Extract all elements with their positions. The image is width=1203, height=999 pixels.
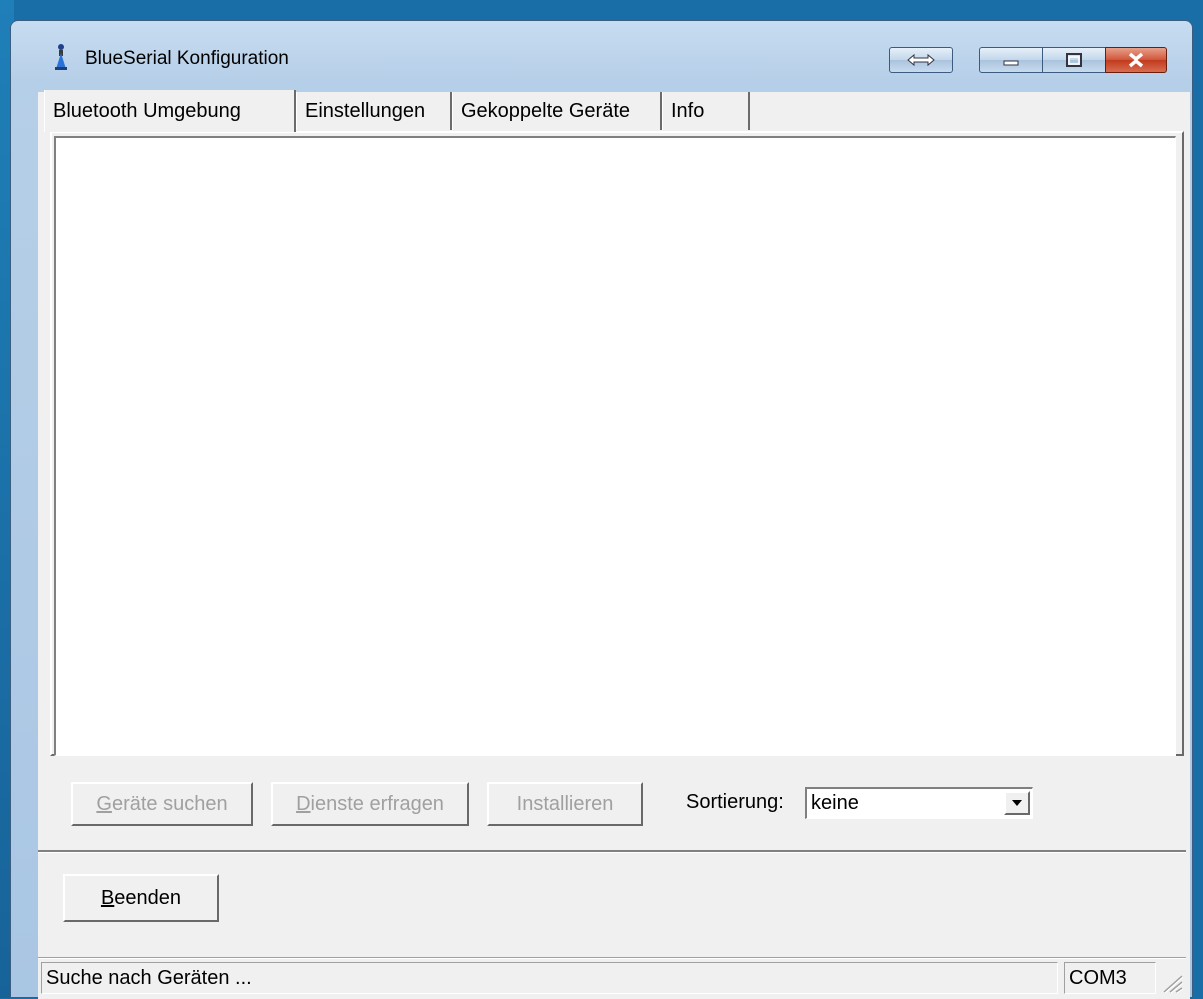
client-area: Bluetooth Umgebung Einstellungen Gekoppe… (38, 90, 1190, 999)
minimize-button[interactable] (979, 47, 1043, 73)
sort-label: Sortierung: (686, 791, 784, 813)
search-devices-button[interactable]: Geräte suchen (71, 782, 253, 826)
status-port: COM3 (1064, 962, 1156, 994)
maximize-icon (1066, 53, 1082, 67)
install-button[interactable]: Installieren (487, 782, 643, 826)
chevron-down-icon (1012, 800, 1022, 806)
app-window: BlueSerial Konfiguration Bluetooth Umgeb… (10, 20, 1193, 999)
button-label: Installieren (516, 792, 614, 815)
status-message: Suche nach Geräten ... (41, 962, 1058, 994)
minimize-icon (1003, 60, 1019, 66)
sort-select[interactable]: keine (805, 787, 1033, 819)
device-list[interactable] (54, 136, 1176, 756)
tab-label: Einstellungen (305, 99, 426, 122)
title-bar[interactable]: BlueSerial Konfiguration (11, 21, 1192, 81)
maximize-button[interactable] (1042, 47, 1106, 73)
mnemonic: G (96, 792, 112, 815)
button-label: eräte suchen (111, 792, 228, 815)
tab-label: Info (671, 99, 705, 122)
divider (38, 850, 1186, 853)
close-icon (1128, 52, 1144, 68)
swap-button[interactable] (889, 47, 953, 73)
window-title: BlueSerial Konfiguration (85, 48, 289, 69)
sort-value: keine (811, 792, 859, 814)
double-arrow-icon (907, 53, 935, 67)
resize-grip-icon[interactable] (1160, 972, 1184, 994)
tab-info[interactable]: Info (662, 92, 750, 130)
button-label: ienste erfragen (310, 792, 444, 815)
button-label: eenden (114, 886, 182, 909)
tab-einstellungen[interactable]: Einstellungen (296, 92, 452, 130)
divider (38, 957, 1186, 959)
bluetooth-tower-icon (55, 44, 67, 70)
tab-label: Gekoppelte Geräte (461, 99, 630, 122)
close-button[interactable] (1105, 47, 1167, 73)
tab-label: Bluetooth Umgebung (53, 99, 241, 122)
tab-bluetooth-umgebung[interactable]: Bluetooth Umgebung (44, 90, 296, 132)
query-services-button[interactable]: Dienste erfragen (271, 782, 469, 826)
mnemonic: B (100, 886, 115, 909)
mnemonic: D (296, 792, 311, 815)
dropdown-button[interactable] (1004, 791, 1030, 815)
tab-gekoppelte-geraete[interactable]: Gekoppelte Geräte (452, 92, 662, 130)
tab-strip: Bluetooth Umgebung Einstellungen Gekoppe… (38, 90, 1190, 132)
exit-button[interactable]: Beenden (63, 874, 219, 922)
